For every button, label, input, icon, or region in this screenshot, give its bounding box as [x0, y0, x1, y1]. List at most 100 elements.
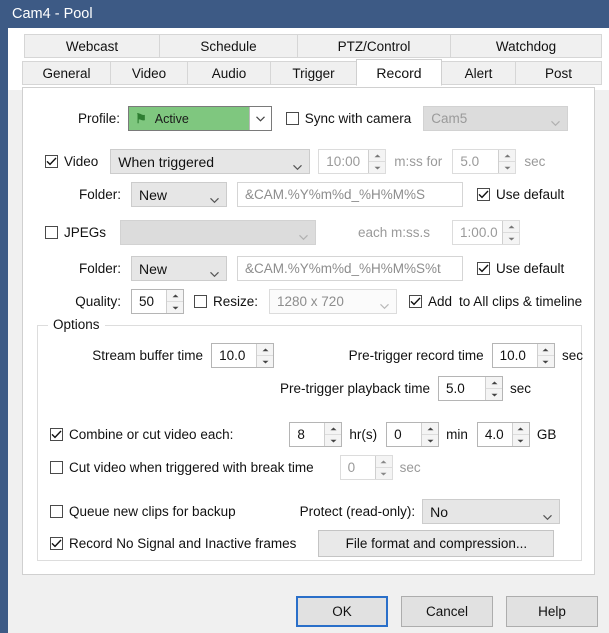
video-mode-value: When triggered [118, 153, 215, 170]
spinner-arrows[interactable] [324, 423, 342, 446]
jpegs-use-default-checkbox[interactable] [477, 262, 490, 275]
spinner-up-icon[interactable] [537, 344, 554, 356]
spinner-up-icon[interactable] [325, 423, 342, 435]
video-post-spinner[interactable]: 5.0 [452, 149, 517, 174]
spinner-arrows[interactable] [498, 150, 516, 173]
tab-ptz-control[interactable]: PTZ/Control [297, 34, 451, 58]
pretrigger-record-spinner[interactable]: 10.0 [491, 343, 555, 368]
cancel-button[interactable]: Cancel [401, 596, 493, 627]
combine-hours-spinner[interactable]: 8 [289, 422, 343, 447]
tab-post[interactable]: Post [515, 61, 602, 85]
chevron-down-icon[interactable] [543, 507, 553, 520]
file-format-button-label: File format and compression... [345, 536, 528, 551]
spinner-up-icon[interactable] [486, 377, 502, 389]
tab-label: Webcast [65, 38, 119, 54]
jpegs-folder-mode-select[interactable]: New [131, 256, 227, 281]
tab-webcast[interactable]: Webcast [24, 34, 160, 58]
spinner-up-icon[interactable] [375, 456, 392, 468]
resize-value: 1280 x 720 [277, 294, 344, 309]
spinner-up-icon[interactable] [512, 423, 529, 435]
quality-spinner[interactable]: 50 [131, 289, 184, 314]
spinner-up-icon[interactable] [369, 150, 386, 162]
video-enable-checkbox[interactable] [45, 155, 58, 168]
combine-gb-spinner[interactable]: 4.0 [476, 422, 530, 447]
combine-min-unit: min [446, 427, 468, 442]
video-mode-select[interactable]: When triggered [110, 149, 311, 174]
profile-select[interactable]: ⚑ Active [128, 106, 272, 131]
spinner-up-icon[interactable] [257, 344, 274, 356]
help-button[interactable]: Help [506, 596, 598, 627]
sync-with-camera-checkbox[interactable] [285, 112, 299, 125]
tab-schedule[interactable]: Schedule [159, 34, 298, 58]
jpegs-folder-path-input[interactable]: &CAM.%Y%m%d_%H%M%S%t [237, 256, 463, 281]
jpegs-enable-checkbox[interactable] [45, 226, 58, 239]
chevron-down-icon[interactable] [210, 264, 219, 277]
spinner-arrows[interactable] [485, 377, 502, 400]
dialog-window: Cam4 - Pool Webcast Schedule PTZ/Control… [0, 0, 609, 633]
video-folder-path-input[interactable]: &CAM.%Y%m%d_%H%M%S [237, 182, 463, 207]
video-post-value: 5.0 [460, 154, 480, 169]
spinner-down-icon[interactable] [537, 356, 554, 367]
protect-select[interactable]: No [422, 499, 561, 524]
tab-audio[interactable]: Audio [187, 61, 271, 85]
ok-button[interactable]: OK [296, 596, 388, 627]
tab-video[interactable]: Video [110, 61, 188, 85]
spinner-down-icon[interactable] [499, 162, 516, 173]
cut-video-sec-spinner[interactable]: 0 [339, 455, 393, 480]
spinner-up-icon[interactable] [167, 290, 183, 302]
file-format-compression-button[interactable]: File format and compression... [318, 530, 555, 557]
chevron-down-icon[interactable] [210, 190, 219, 203]
spinner-down-icon[interactable] [167, 302, 183, 313]
nosignal-fileformat-row: Record No Signal and Inactive frames Fil… [38, 530, 583, 557]
pretrigger-playback-spinner[interactable]: 5.0 [438, 376, 503, 401]
tab-record[interactable]: Record [356, 59, 442, 86]
combine-cut-checkbox[interactable] [50, 428, 63, 441]
stream-buffer-spinner[interactable]: 10.0 [211, 343, 275, 368]
spinner-arrows[interactable] [256, 344, 274, 367]
jpegs-label: JPEGs [64, 225, 107, 240]
spinner-down-icon[interactable] [369, 162, 386, 173]
queue-backup-label: Queue new clips for backup [69, 504, 236, 519]
spinner-up-icon[interactable] [499, 150, 516, 162]
spinner-arrows[interactable] [374, 456, 392, 479]
add-to-clips-checkbox[interactable] [409, 295, 423, 308]
add-label: Add [428, 294, 453, 309]
jpegs-each-label: each m:ss.s [358, 225, 431, 240]
pretrigger-playback-row: Pre-trigger playback time 5.0 sec [38, 376, 583, 401]
spinner-down-icon[interactable] [422, 435, 439, 446]
spinner-arrows[interactable] [166, 290, 183, 313]
options-group-title: Options [48, 317, 105, 332]
spinner-down-icon[interactable] [375, 468, 392, 479]
queue-protect-row: Queue new clips for backup Protect (read… [38, 499, 583, 524]
tab-watchdog[interactable]: Watchdog [450, 34, 602, 58]
video-duration-spinner[interactable]: 10:00 [318, 149, 387, 174]
chevron-down-icon[interactable] [293, 157, 303, 170]
spinner-down-icon[interactable] [512, 435, 529, 446]
chevron-down-icon[interactable] [248, 107, 271, 130]
spinner-arrows[interactable] [511, 423, 529, 446]
tab-general[interactable]: General [22, 61, 111, 85]
tab-trigger[interactable]: Trigger [270, 61, 357, 85]
video-post-unit: sec [524, 154, 546, 169]
spinner-down-icon[interactable] [325, 435, 342, 446]
spinner-arrows[interactable] [421, 423, 439, 446]
tab-row-bottom: General Video Audio Trigger Record Alert… [22, 59, 609, 86]
spinner-arrows[interactable] [368, 150, 386, 173]
jpegs-interval-spinner[interactable]: 1:00.0 [452, 220, 521, 245]
spinner-down-icon[interactable] [503, 233, 520, 244]
spinner-down-icon[interactable] [257, 356, 274, 367]
spinner-arrows[interactable] [536, 344, 554, 367]
video-use-default-checkbox[interactable] [477, 188, 490, 201]
resize-checkbox[interactable] [194, 295, 207, 308]
record-no-signal-checkbox[interactable] [50, 537, 63, 550]
spinner-up-icon[interactable] [503, 221, 520, 233]
combine-min-spinner[interactable]: 0 [386, 422, 440, 447]
spinner-arrows[interactable] [502, 221, 520, 244]
queue-backup-checkbox[interactable] [50, 505, 63, 518]
resize-value-select: 1280 x 720 [269, 289, 398, 314]
spinner-down-icon[interactable] [486, 389, 502, 400]
spinner-up-icon[interactable] [422, 423, 439, 435]
tab-alert[interactable]: Alert [441, 61, 516, 85]
cut-video-checkbox[interactable] [50, 461, 63, 474]
video-folder-mode-select[interactable]: New [131, 182, 227, 207]
